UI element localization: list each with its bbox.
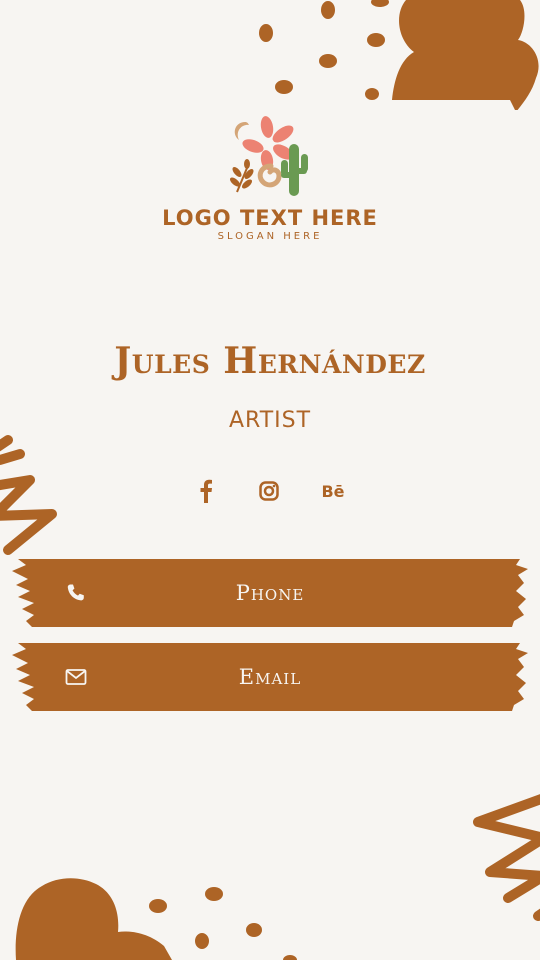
- logo: LOGO TEXT HERE SLOGAN HERE: [0, 112, 540, 243]
- profile-name: Jules Hernández: [114, 340, 426, 382]
- email-button-label: Email: [238, 665, 302, 689]
- phone-button[interactable]: Phone: [12, 559, 528, 627]
- social-links: Bē: [0, 476, 540, 506]
- behance-icon: Bē: [321, 481, 345, 501]
- desert-flower-cactus-icon: [230, 116, 308, 196]
- decorative-blob-top-right: [392, 0, 539, 110]
- instagram-link[interactable]: [254, 476, 284, 506]
- logo-text: LOGO TEXT HERE: [162, 206, 378, 230]
- instagram-icon: [259, 481, 279, 501]
- facebook-icon: [200, 479, 212, 503]
- behance-link[interactable]: Bē: [318, 476, 348, 506]
- decorative-dots-top: [259, 0, 389, 100]
- profile-role: ARTIST: [228, 408, 312, 433]
- decorative-scribble-right: [473, 794, 540, 921]
- facebook-link[interactable]: [191, 476, 221, 506]
- email-button[interactable]: Email: [12, 643, 528, 711]
- phone-button-label: Phone: [235, 581, 305, 605]
- logo-slogan: SLOGAN HERE: [217, 231, 323, 242]
- decorative-dots-bottom: [149, 887, 297, 960]
